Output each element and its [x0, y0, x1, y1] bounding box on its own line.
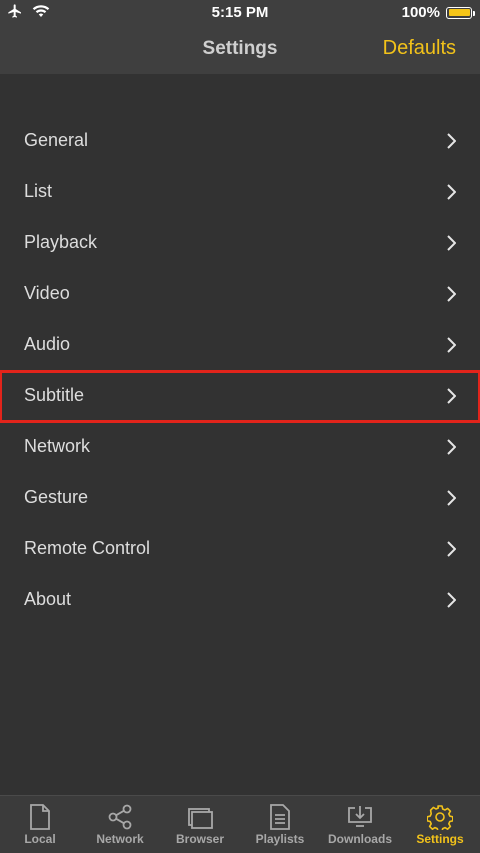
download-icon [348, 806, 372, 827]
menu-item-playback[interactable]: Playback [0, 218, 480, 269]
menu-item-label: About [24, 589, 72, 609]
chevron-right-icon [447, 133, 456, 149]
menu-item-label: Audio [24, 334, 71, 354]
chevron-right-icon [447, 490, 456, 506]
chevron-right-icon [447, 541, 456, 557]
tab-playlists[interactable]: Playlists [240, 796, 320, 853]
tab-label: Network [96, 832, 144, 846]
menu-item-label: Playback [24, 232, 98, 252]
chevron-right-icon [447, 184, 456, 200]
menu-item-label: Network [24, 436, 91, 456]
status-bar: 5:15 PM 100% [0, 0, 480, 26]
tab-local[interactable]: Local [0, 796, 80, 853]
share-icon [108, 804, 132, 830]
menu-item-general[interactable]: General [0, 116, 480, 167]
playlist-icon [270, 804, 290, 830]
status-right: 100% [401, 4, 475, 21]
menu-item-label: Remote Control [24, 538, 151, 558]
menu-item-video[interactable]: Video [0, 269, 480, 320]
tab-label: Playlists [255, 832, 305, 846]
menu-item-label: Video [24, 283, 70, 303]
tab-bar: Local Network Browser Playlists Download… [0, 795, 480, 853]
chevron-right-icon [447, 235, 456, 251]
menu-item-gesture[interactable]: Gesture [0, 473, 480, 524]
tab-browser[interactable]: Browser [160, 796, 240, 853]
settings-menu: General List Playback Video Audio Subtit… [0, 116, 480, 626]
chevron-right-icon [447, 286, 456, 302]
nav-bar: Settings Defaults [0, 26, 480, 74]
tab-downloads[interactable]: Downloads [320, 796, 400, 853]
chevron-right-icon [447, 592, 456, 608]
menu-item-remote-control[interactable]: Remote Control [0, 524, 480, 575]
menu-item-list[interactable]: List [0, 167, 480, 218]
defaults-button[interactable]: Defaults [383, 37, 456, 60]
chevron-right-icon [447, 337, 456, 353]
battery-percent: 100% [401, 4, 440, 21]
menu-item-network[interactable]: Network [0, 422, 480, 473]
menu-item-label: Gesture [24, 487, 89, 507]
menu-item-label: Subtitle [24, 385, 85, 405]
menu-item-label: List [24, 181, 53, 201]
tab-settings[interactable]: Settings [400, 796, 480, 853]
document-icon [30, 804, 50, 830]
menu-item-label: General [24, 130, 89, 150]
battery-icon [446, 6, 475, 19]
tab-label: Settings [416, 832, 464, 846]
tab-label: Local [24, 832, 56, 846]
tab-label: Browser [175, 832, 225, 846]
chevron-right-icon [447, 388, 456, 404]
browser-icon [188, 808, 213, 829]
gear-icon [427, 805, 453, 830]
tab-network[interactable]: Network [80, 796, 160, 853]
menu-item-subtitle[interactable]: Subtitle [0, 370, 480, 423]
chevron-right-icon [447, 439, 456, 455]
tab-label: Downloads [327, 832, 392, 846]
menu-item-audio[interactable]: Audio [0, 320, 480, 371]
menu-item-about[interactable]: About [0, 575, 480, 626]
